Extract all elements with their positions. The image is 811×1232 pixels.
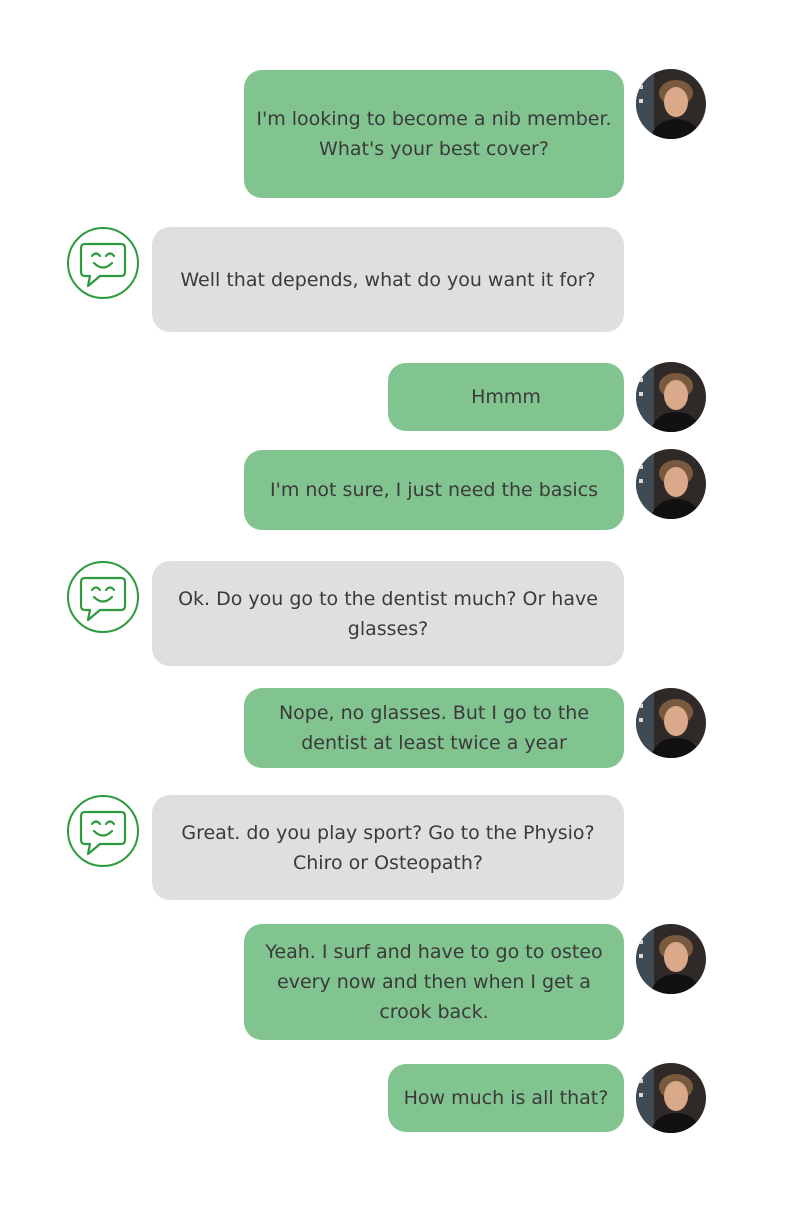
chat-transcript: I'm looking to become a nib member. What…: [0, 0, 811, 1232]
user-avatar-icon: [636, 924, 706, 994]
user-message-bubble: How much is all that?: [388, 1064, 624, 1132]
bot-message-bubble: Ok. Do you go to the dentist much? Or ha…: [152, 561, 624, 666]
user-message-bubble: I'm looking to become a nib member. What…: [244, 70, 624, 198]
user-avatar-icon: [636, 449, 706, 519]
user-message-bubble: Yeah. I surf and have to go to osteo eve…: [244, 924, 624, 1040]
message-text: How much is all that?: [403, 1087, 609, 1109]
message-text: Nope, no glasses. But I go to the dentis…: [278, 702, 590, 754]
user-message-bubble: Hmmm: [388, 363, 624, 431]
user-avatar-icon: [636, 1063, 706, 1133]
bot-message-bubble: Well that depends, what do you want it f…: [152, 227, 624, 332]
bot-chat-icon: [66, 794, 140, 868]
user-avatar-icon: [636, 69, 706, 139]
bot-chat-icon: [66, 226, 140, 300]
user-message-bubble: Nope, no glasses. But I go to the dentis…: [244, 688, 624, 768]
message-text: I'm not sure, I just need the basics: [270, 479, 598, 501]
user-avatar-icon: [636, 688, 706, 758]
message-text: Hmmm: [471, 386, 541, 408]
message-text: Ok. Do you go to the dentist much? Or ha…: [178, 587, 598, 640]
message-text: Yeah. I surf and have to go to osteo eve…: [265, 941, 603, 1023]
bot-message-bubble: Great. do you play sport? Go to the Phys…: [152, 795, 624, 900]
user-avatar-icon: [636, 362, 706, 432]
message-text: I'm looking to become a nib member. What…: [256, 108, 612, 160]
bot-chat-icon: [66, 560, 140, 634]
message-text: Well that depends, what do you want it f…: [180, 268, 596, 291]
message-text: Great. do you play sport? Go to the Phys…: [181, 821, 595, 874]
user-message-bubble: I'm not sure, I just need the basics: [244, 450, 624, 530]
